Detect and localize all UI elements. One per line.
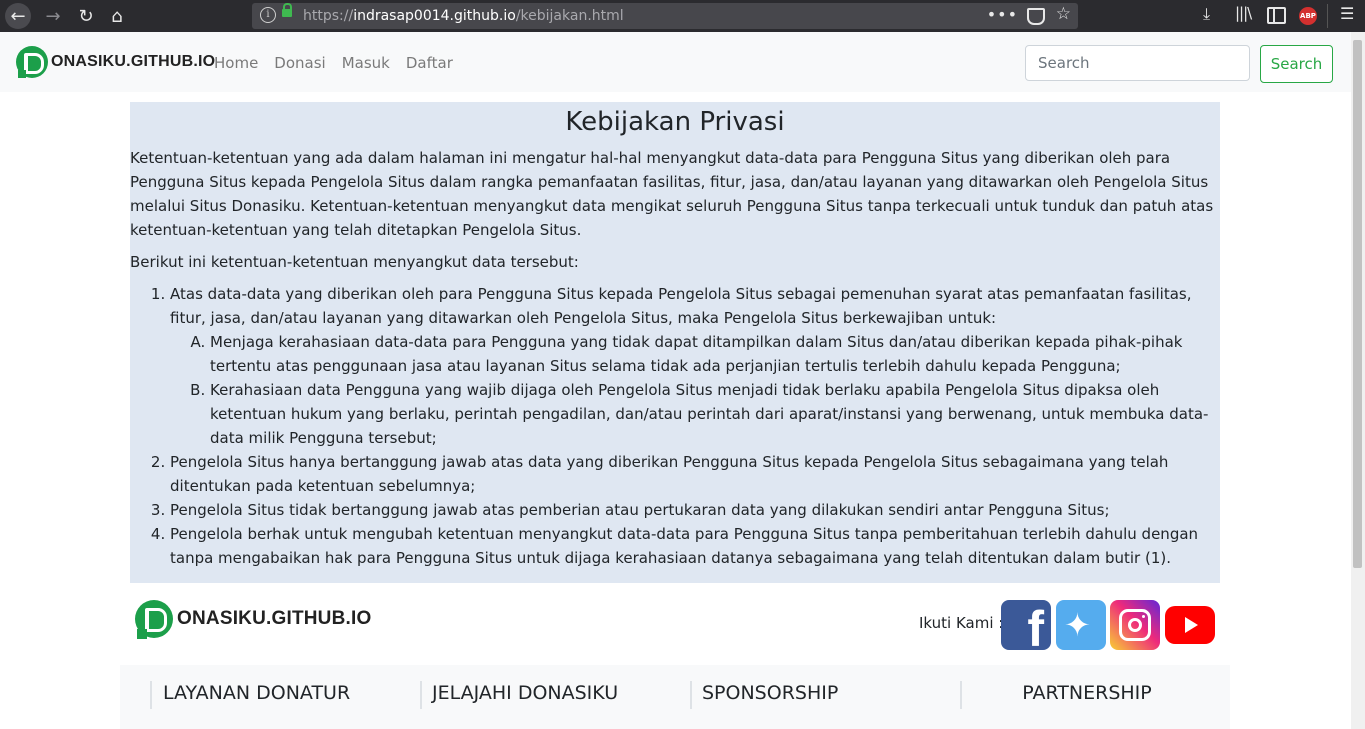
follow-label: Ikuti Kami : [919, 614, 1004, 632]
address-bar[interactable]: i https://indrasap0014.github.io/kebijak… [252, 3, 1078, 29]
logo-d-icon [135, 600, 173, 639]
list-item-text: Atas data-data yang diberikan oleh para … [170, 285, 1192, 327]
page-title: Kebijakan Privasi [565, 107, 785, 137]
footer-column-layanan-donatur[interactable]: LAYANAN DONATUR [150, 681, 403, 709]
pocket-icon[interactable] [1027, 8, 1045, 25]
list-item: Pengelola Situs tidak bertanggung jawab … [170, 498, 1220, 522]
search-button[interactable]: Search [1260, 45, 1333, 83]
site-navbar: ONASIKU.GITHUB.IO Home Donasi Masuk Daft… [0, 32, 1351, 92]
logo-d-icon [16, 46, 48, 78]
footer-column-sponsorship[interactable]: SPONSORSHIP [690, 681, 942, 709]
home-icon[interactable]: ⌂ [104, 3, 130, 29]
adblock-icon[interactable]: ABP [1299, 7, 1317, 25]
url-text[interactable]: https://indrasap0014.github.io/kebijakan… [303, 8, 624, 24]
sub-list-item: Kerahasiaan data Pengguna yang wajib dij… [210, 378, 1220, 450]
brand-logo[interactable]: ONASIKU.GITHUB.IO [16, 46, 215, 78]
scrollbar-thumb[interactable] [1353, 40, 1362, 568]
lock-icon [282, 3, 292, 17]
info-icon[interactable]: i [260, 7, 276, 23]
search-input[interactable] [1025, 45, 1250, 81]
intro-paragraph: Ketentuan-ketentuan yang ada dalam halam… [130, 149, 1214, 239]
twitter-icon[interactable]: ✦ [1056, 600, 1106, 650]
instagram-icon[interactable] [1110, 600, 1160, 650]
reload-icon[interactable]: ↻ [73, 3, 99, 29]
privacy-content: Kebijakan Privasi Ketentuan-ketentuan ya… [130, 102, 1220, 583]
brand-text: ONASIKU.GITHUB.IO [51, 53, 216, 70]
library-icon[interactable]: |||\ [1235, 4, 1252, 22]
download-icon[interactable]: ⤓ [1203, 4, 1210, 24]
nav-link-home[interactable]: Home [214, 54, 258, 72]
footer-column-jelajahi-donasiku[interactable]: JELAJAHI DONASIKU [420, 681, 672, 709]
browser-toolbar: ← → ↻ ⌂ i https://indrasap0014.github.io… [0, 0, 1365, 32]
more-dots-icon[interactable]: ••• [987, 5, 1018, 24]
list-item: Pengelola berhak untuk mengubah ketentua… [170, 522, 1220, 570]
nav-link-masuk[interactable]: Masuk [342, 54, 390, 72]
youtube-icon[interactable] [1165, 606, 1215, 644]
sidebar-icon[interactable] [1267, 7, 1286, 24]
sub-list-item: Menjaga kerahasiaan data-data para Pengg… [210, 330, 1220, 378]
policy-list: Atas data-data yang diberikan oleh para … [130, 282, 1220, 570]
nav-link-donasi[interactable]: Donasi [274, 54, 325, 72]
facebook-icon[interactable]: f [1001, 600, 1051, 650]
list-item: Atas data-data yang diberikan oleh para … [170, 282, 1220, 450]
footer-brand-text: ONASIKU.GITHUB.IO [177, 608, 372, 629]
star-icon[interactable]: ☆ [1056, 4, 1071, 24]
list-item: Pengelola Situs hanya bertanggung jawab … [170, 450, 1220, 498]
lead-paragraph: Berikut ini ketentuan-ketentuan menyangk… [130, 253, 579, 271]
hamburger-menu-icon[interactable]: ☰ [1340, 4, 1354, 23]
footer-column-partnership[interactable]: PARTNERSHIP [960, 681, 1212, 709]
scrollbar[interactable] [1351, 32, 1365, 729]
toolbar-divider [1327, 4, 1328, 28]
forward-arrow-icon[interactable]: → [40, 3, 66, 29]
sub-list: Menjaga kerahasiaan data-data para Pengg… [170, 330, 1220, 450]
footer-links-panel: LAYANAN DONATUR JELAJAHI DONASIKU SPONSO… [120, 665, 1230, 729]
nav-link-daftar[interactable]: Daftar [406, 54, 453, 72]
nav-links: Home Donasi Masuk Daftar [214, 54, 453, 72]
back-arrow-icon[interactable]: ← [5, 3, 31, 29]
footer-logo[interactable]: ONASIKU.GITHUB.IO [135, 600, 372, 639]
